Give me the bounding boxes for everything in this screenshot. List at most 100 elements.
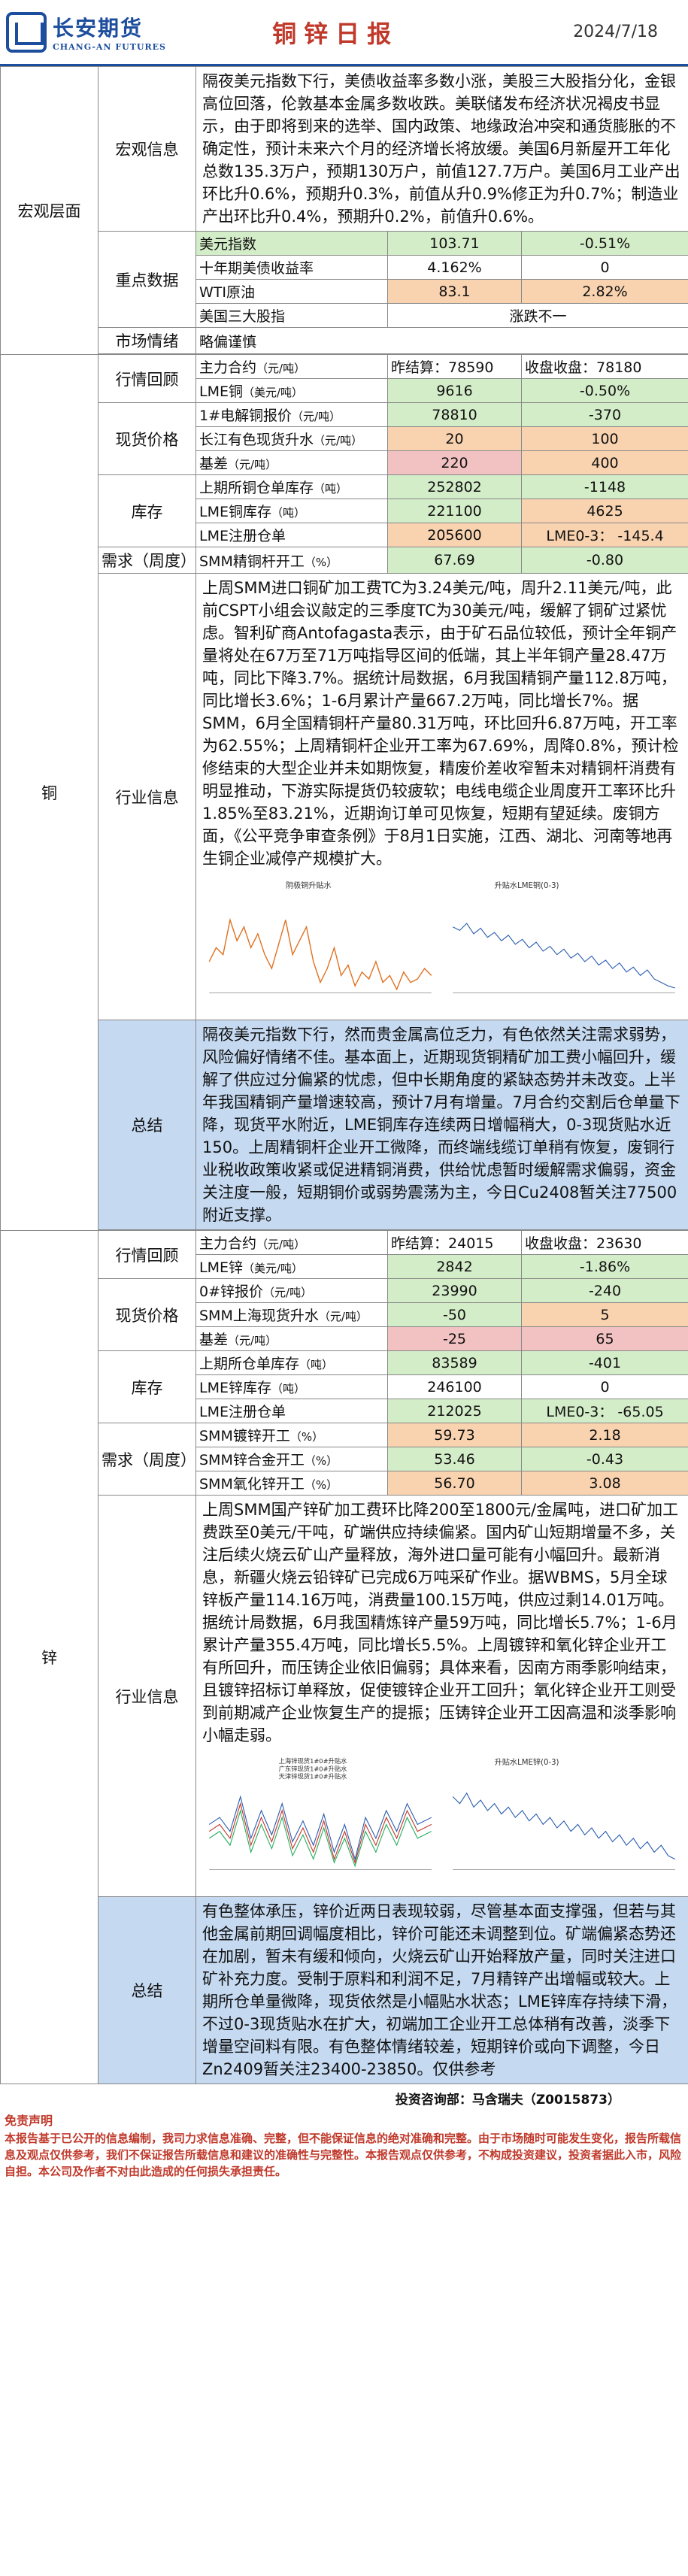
- legend-item: 天津锌现货1#0#升贴水: [279, 1772, 348, 1780]
- zinc-review-label: 行情回顾: [98, 1230, 196, 1279]
- main-contract-label: 主力合约: [199, 359, 257, 376]
- spot-row-name: 基差: [199, 1332, 229, 1348]
- unit-label: （元/吨）: [292, 410, 341, 423]
- chart-title: 升贴水LME铜(0-3): [495, 880, 559, 890]
- demand-row-v2: -0.43: [520, 1447, 688, 1471]
- unit-label: （元/吨）: [318, 1310, 368, 1323]
- spot-row-v1: 220: [387, 450, 522, 475]
- spot-row-v2: 100: [520, 426, 688, 451]
- spot-row-name: SMM上海现货升水: [199, 1308, 319, 1324]
- unit-label: （元/吨）: [228, 458, 277, 471]
- key-row-name: WTI原油: [195, 279, 388, 304]
- logo-icon: [6, 11, 47, 53]
- key-row-name: 美元指数: [195, 231, 388, 256]
- guangdong-line: [208, 1802, 432, 1865]
- spot-row-v1: -50: [387, 1302, 522, 1327]
- copper-premium-line: [208, 917, 432, 991]
- key-row-name: 美国三大股指: [195, 303, 388, 328]
- yesterday-close: 24015: [448, 1235, 494, 1252]
- spot-row-name: 1#电解铜报价: [199, 408, 292, 424]
- stock-row-name: 上期所仓单库存: [199, 1356, 300, 1372]
- copper-review-label: 行情回顾: [98, 354, 196, 403]
- unit-label: （吨）: [271, 506, 305, 520]
- spot-row-v1: 78810: [387, 402, 522, 427]
- lme-v2: -1.86%: [520, 1254, 688, 1279]
- unit-label: （%）: [289, 1430, 324, 1444]
- tianjin-line: [208, 1808, 432, 1868]
- report-table: 宏观层面 宏观信息 隔夜美元指数下行，美债收益率多数小涨，美股三大股指分化，金银…: [0, 66, 688, 2084]
- report-title: 铜锌日报: [272, 19, 399, 48]
- zinc-summary-text: 有色整体承压，锌价近两日表现较弱，尽管基本面支撑强，但若与其他金属前期回调幅度相…: [195, 1896, 688, 2084]
- unit-label: （美元/吨）: [242, 386, 304, 399]
- demand-row-name: SMM氧化锌开工: [199, 1476, 305, 1493]
- demand-row-v2: -0.80: [520, 547, 688, 574]
- copper-summary-label: 总结: [98, 1020, 196, 1230]
- unit-label: （%）: [304, 1478, 338, 1492]
- demand-row-v2: 3.08: [520, 1471, 688, 1496]
- yesterday-close-label: 昨结算：: [391, 1235, 449, 1252]
- copper-industry-text: 上周SMM进口铜矿加工费TC为3.24美元/吨，周升2.11美元/吨，此前CSP…: [202, 579, 679, 868]
- unit-label: （元/吨）: [256, 1238, 306, 1251]
- key-data-label: 重点数据: [98, 231, 196, 328]
- stock-row-v1: 205600: [387, 523, 522, 547]
- unit-label: （吨）: [314, 482, 348, 496]
- spot-row-v2: -370: [520, 402, 688, 427]
- section-copper: 铜: [0, 354, 99, 1231]
- stock-row-name: LME铜库存: [199, 504, 271, 520]
- zinc-demand-label: 需求（周度）: [98, 1423, 196, 1496]
- stock-row-v2: LME0-3： -65.05: [520, 1399, 688, 1423]
- stock-row-v1: 83589: [387, 1350, 522, 1375]
- today-close: 78180: [596, 359, 642, 376]
- demand-row-name: SMM锌合金开工: [199, 1452, 305, 1468]
- unit-label: （%）: [304, 1454, 338, 1468]
- copper-stock-label: 库存: [98, 474, 196, 547]
- stock-row-v2: -1148: [520, 474, 688, 499]
- unit-label: （吨）: [299, 1358, 334, 1371]
- unit-label: （元/吨）: [228, 1334, 277, 1347]
- spot-row-v2: -240: [520, 1278, 688, 1303]
- lme-label: LME锌: [199, 1259, 243, 1276]
- stock-row-name: LME注册仓单: [199, 528, 286, 544]
- key-row-v2: -0.51%: [520, 231, 688, 256]
- unit-label: （美元/吨）: [242, 1262, 304, 1275]
- demand-row-v1: 56.70: [387, 1471, 522, 1496]
- stock-row-name: LME锌库存: [199, 1380, 271, 1396]
- unit-label: （元/吨）: [256, 362, 306, 375]
- today-close: 23630: [596, 1235, 642, 1252]
- main-contract-label: 主力合约: [199, 1235, 257, 1252]
- demand-row-v2: 2.18: [520, 1423, 688, 1447]
- stock-row-v2: -401: [520, 1350, 688, 1375]
- zinc-lme-spread-line: [452, 1792, 676, 1860]
- stock-row-v2: 4625: [520, 499, 688, 523]
- stock-row-v2: LME0-3： -145.4: [520, 523, 688, 547]
- spot-row-name: 长江有色现货升水: [199, 432, 314, 448]
- zinc-industry-text: 上周SMM国产锌矿加工费环比降200至1800元/金属吨，进口矿加工费跌至0美元…: [202, 1501, 679, 1744]
- key-row-v2: 0: [520, 255, 688, 280]
- zinc-summary-label: 总结: [98, 1896, 196, 2084]
- spot-row-v1: 20: [387, 426, 522, 451]
- demand-row-name: SMM镀锌开工: [199, 1428, 290, 1444]
- spot-row-name: 0#锌报价: [199, 1283, 264, 1300]
- copper-industry-label: 行业信息: [98, 573, 196, 1020]
- zinc-lme-spread-chart: 升贴水LME锌(0-3): [446, 1750, 683, 1889]
- disclaimer-title: 免责声明: [5, 2114, 53, 2128]
- copper-lme-spread-line: [453, 923, 675, 989]
- lme-v1: 9616: [387, 378, 522, 403]
- unit-label: （元/吨）: [314, 434, 363, 447]
- today-close-label: 收盘收盘：: [525, 1235, 597, 1252]
- yesterday-close: 78590: [448, 359, 494, 376]
- legend-item: 广东锌现货1#0#升贴水: [279, 1765, 348, 1772]
- copper-demand-label: 需求（周度）: [98, 547, 196, 574]
- zinc-premium-chart: 上海锌现货1#0#升贴水 广东锌现货1#0#升贴水 天津锌现货1#0#升贴水: [202, 1750, 439, 1889]
- copper-premium-chart: 阴极铜升贴水: [202, 873, 439, 1012]
- chart-title: 升贴水LME锌(0-3): [495, 1757, 559, 1767]
- lme-v1: 2842: [387, 1254, 522, 1279]
- report-page: 长安期货 CHANG-AN FUTURES 铜锌日报 2024/7/18 宏观层…: [0, 0, 688, 2576]
- chart-title: 阴极铜升贴水: [286, 880, 332, 890]
- lme-label: LME铜: [199, 383, 243, 400]
- analyst-signature: 投资咨询部：马含瑞夫（Z0015873）: [395, 2093, 620, 2108]
- spot-row-v2: 400: [520, 450, 688, 475]
- report-header: 长安期货 CHANG-AN FUTURES 铜锌日报 2024/7/18: [0, 0, 688, 66]
- key-row-v1: 4.162%: [387, 255, 522, 280]
- spot-row-v2: 65: [520, 1326, 688, 1351]
